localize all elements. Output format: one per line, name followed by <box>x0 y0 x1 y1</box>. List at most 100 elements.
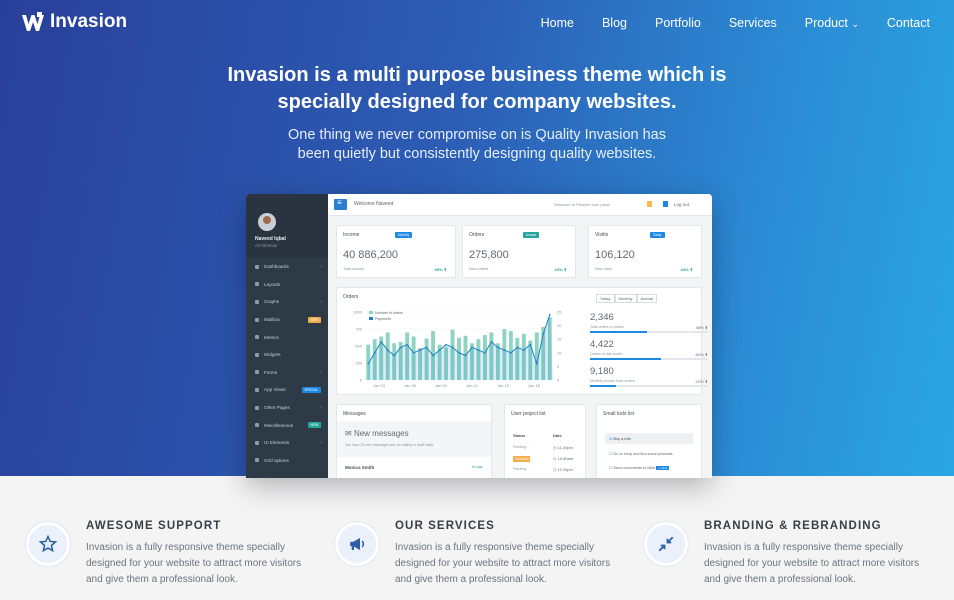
y2-tick-label: 15 <box>557 337 562 342</box>
stat-bar <box>590 331 708 333</box>
sidebar-item[interactable]: Widgets <box>246 346 328 364</box>
sidebar-item[interactable]: Metrics <box>246 328 328 346</box>
message-time: 1m ago <box>471 465 483 469</box>
stat-bar <box>590 358 708 360</box>
y2-tick-label: 25 <box>557 310 562 315</box>
sidebar-item-label: App Views <box>264 387 286 393</box>
card-sub: New orders <box>469 267 489 271</box>
mail-icon[interactable] <box>647 201 652 207</box>
nav-contact[interactable]: Contact <box>887 16 930 30</box>
payments-point <box>432 354 434 357</box>
card-value: 275,800 <box>469 249 509 261</box>
compress-icon <box>658 536 674 552</box>
nav-blog[interactable]: Blog <box>602 16 627 30</box>
legend-swatch <box>369 311 373 314</box>
payments-point <box>373 352 376 354</box>
card-value: 40 886,200 <box>343 249 399 261</box>
sidebar-item-label: Layouts <box>264 281 281 287</box>
sidebar-item-label: UI Elements <box>264 440 290 446</box>
payments-point <box>542 332 545 335</box>
sidebar-item-icon <box>255 387 259 392</box>
feature-icon-circle <box>644 522 688 566</box>
payments-point <box>529 343 532 346</box>
x-tick-label: Jan 09 <box>435 383 448 388</box>
hero-sub-line1: One thing we never compromise on is Qual… <box>288 127 666 143</box>
todo-item[interactable]: ☐ Go to shop and find some products. <box>605 448 693 459</box>
payments-point <box>535 362 538 365</box>
sidebar-item[interactable]: Miscellaneous NEW <box>246 416 328 434</box>
message-sender[interactable]: Monica Smith <box>345 465 374 470</box>
feature-title: OUR SERVICES <box>395 520 495 532</box>
project-date-text: 10:40am <box>557 456 574 461</box>
logo[interactable]: Invasion <box>22 11 127 33</box>
payments-point <box>471 346 473 349</box>
stat-value: 9,180 <box>590 366 614 377</box>
sidebar-item[interactable]: App Views SPECIAL <box>246 381 328 399</box>
tab-monthly[interactable]: Monthly <box>614 294 637 303</box>
y2-tick-label: 10 <box>557 350 562 355</box>
logout-link[interactable]: Log out <box>674 202 689 207</box>
sidebar-item[interactable]: Forms ‹ <box>246 364 328 382</box>
menu-toggle-icon[interactable] <box>334 198 347 210</box>
sidebar-item[interactable]: UI Elements ‹ <box>246 434 328 452</box>
payments-point <box>425 346 428 349</box>
stat-value: 4,422 <box>590 339 614 350</box>
tab-today[interactable]: Today <box>595 294 615 303</box>
nav-product[interactable]: Product ⌄ <box>805 16 859 30</box>
stat-label: Monthly income from orders <box>590 379 635 383</box>
sidebar-item-icon <box>255 335 259 340</box>
hero-sub-line2: been quietly but consistently designing … <box>297 146 657 162</box>
x-tick-label: Jan 18 <box>528 383 541 388</box>
sidebar-item[interactable]: Graphs ‹ <box>246 293 328 311</box>
x-tick-label: Jan 15 <box>497 383 510 388</box>
payments-point <box>497 346 499 349</box>
payments-point <box>464 354 467 357</box>
sidebar-item[interactable]: Mailbox NEW <box>246 311 328 329</box>
payments-point <box>490 341 493 343</box>
sidebar-item-icon <box>255 370 259 375</box>
payments-point <box>516 346 519 349</box>
nav-portfolio[interactable]: Portfolio <box>655 16 701 30</box>
projects-title: User project list <box>511 411 546 417</box>
card-badge: Annual <box>523 232 539 238</box>
income-card: Income Monthly 40 886,200 Total income 9… <box>336 225 456 278</box>
payments-point <box>380 341 383 343</box>
legend-label: Number of orders <box>375 311 403 315</box>
dash-user-role: Art Director <box>255 243 278 248</box>
sidebar-item-icon <box>255 458 259 463</box>
col-status: Status <box>513 433 526 438</box>
stat-pct: 48% ⬆ <box>695 325 708 330</box>
messages-heading-text: New messages <box>353 429 409 438</box>
todo-item[interactable]: ☐ Send documents to Mike 1 mins <box>605 462 693 473</box>
sidebar-badge: SPECIAL <box>301 386 321 393</box>
tab-annual[interactable]: Annual <box>636 294 657 303</box>
star-icon <box>39 535 57 553</box>
projects-card: User project list Status Date Pending...… <box>504 404 586 478</box>
nav-services[interactable]: Services <box>729 16 777 30</box>
chevron-left-icon: ‹ <box>320 369 322 376</box>
sidebar-item[interactable]: Grid options <box>246 452 328 470</box>
project-date: ◷ 10:40am <box>553 456 574 461</box>
payments-point <box>399 346 402 349</box>
feature-icon-circle <box>335 522 379 566</box>
nav-home[interactable]: Home <box>541 16 574 30</box>
sidebar-item[interactable]: Layouts <box>246 276 328 294</box>
todo-text: Go to shop and find some products. <box>613 452 674 456</box>
card-badge: Monthly <box>395 232 413 238</box>
sidebar-badge: NEW <box>307 316 321 323</box>
bell-icon[interactable] <box>663 201 668 207</box>
sidebar-item[interactable]: Other Pages ‹ <box>246 399 328 417</box>
card-pct: 98% ⬆ <box>434 267 447 272</box>
sidebar-item-icon <box>255 264 259 269</box>
todo-item[interactable]: ☑ Buy a milk <box>605 433 693 444</box>
orders-chart: 1000 750 500 250 0 25 20 15 10 5 0 Jan 03 Jan 06 Jan … <box>353 310 562 389</box>
y-tick-label: 500 <box>355 344 362 349</box>
sidebar-item-label: Metrics <box>264 334 279 340</box>
stat-bar <box>590 385 708 387</box>
sidebar-item-icon <box>255 405 259 410</box>
hero-title-line1: Invasion is a multi purpose business the… <box>227 64 727 86</box>
sidebar-item[interactable]: Dashboards ‹ <box>246 258 328 276</box>
payments-point <box>523 349 525 351</box>
dashboard-screenshot: Naveed Iqbal Art Director Dashboards ‹ Lay… <box>246 194 712 478</box>
sidebar-item-label: Miscellaneous <box>264 422 294 428</box>
